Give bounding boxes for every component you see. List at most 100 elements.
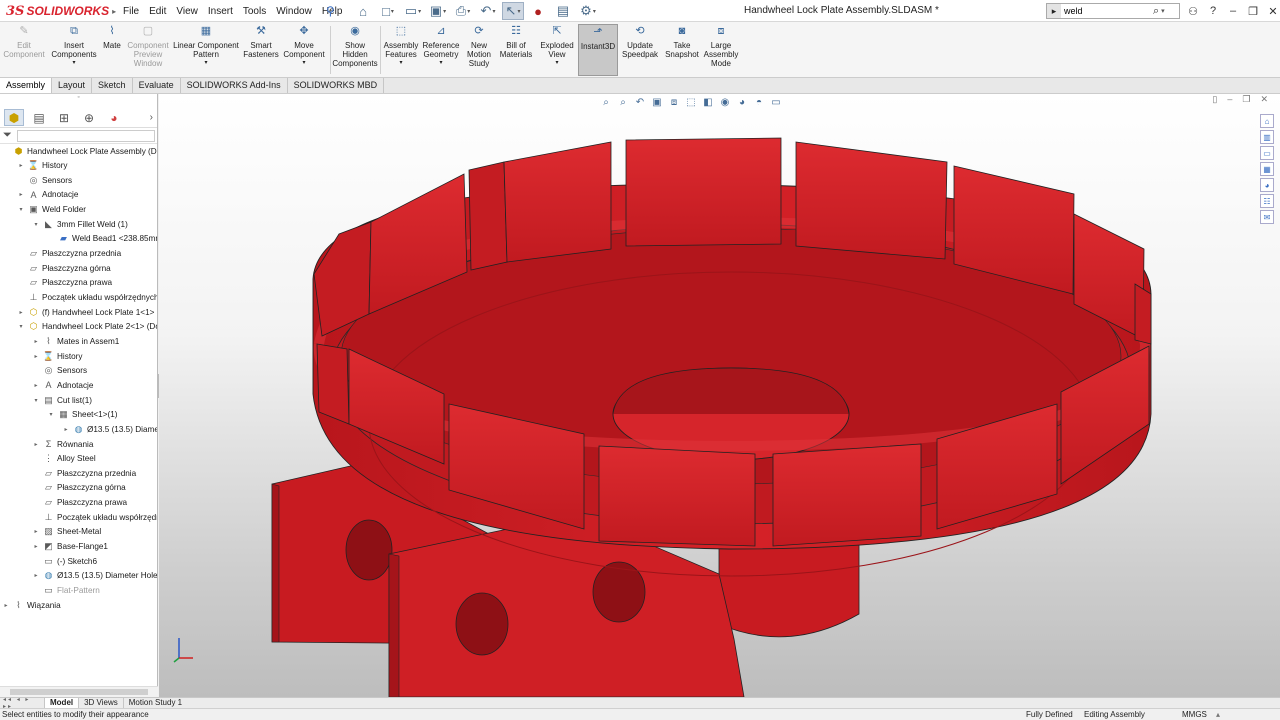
tree-item[interactable]: ◎ Sensors: [32, 364, 87, 378]
tree-item[interactable]: ▾ ▤ Cut list(1): [32, 393, 92, 407]
expand-arrow-icon[interactable]: ▸: [32, 543, 40, 550]
tree-item[interactable]: ▸ ⌛ History: [17, 159, 67, 173]
expand-arrow-icon[interactable]: ▾: [32, 221, 40, 228]
tree-item[interactable]: ▸ ◍ Ø13.5 (13.5) Diameter Hole1: [32, 569, 157, 583]
expand-arrow-icon[interactable]: ▾: [17, 323, 25, 330]
expand-arrow-icon[interactable]: ▸: [62, 426, 70, 433]
tab-addins[interactable]: SOLIDWORKS Add-Ins: [181, 78, 288, 93]
tree-item[interactable]: ▭ Flat-Pattern: [32, 584, 100, 598]
tree-item[interactable]: ▾ ⬡ Handwheel Lock Plate 2<1> (Domyślna<: [17, 320, 157, 334]
tab-sketch[interactable]: Sketch: [92, 78, 133, 93]
chevron-right-icon[interactable]: ›: [150, 112, 153, 123]
tree-item[interactable]: ▱ Płaszczyzna prawa: [17, 276, 112, 290]
open-icon[interactable]: ▭ ▾: [402, 2, 424, 20]
tree-item[interactable]: ▱ Płaszczyzna górna: [17, 261, 111, 275]
tree-item[interactable]: ⊥ Początek układu współrzędnych: [17, 291, 157, 305]
panel-grip[interactable]: ◦: [0, 94, 157, 108]
unit-system[interactable]: MMGS: [1182, 710, 1207, 719]
expand-arrow-icon[interactable]: ▸: [32, 528, 40, 535]
help-icon[interactable]: ?: [1206, 5, 1220, 17]
expand-arrow-icon[interactable]: ▾: [32, 397, 40, 404]
file-explorer-icon[interactable]: ▭: [1260, 146, 1274, 160]
tree-item[interactable]: ▸ ⌇ Mates in Assem1: [32, 334, 119, 348]
feature-manager-icon[interactable]: ⬢: [4, 109, 24, 126]
search-icon[interactable]: ⌕: [1153, 5, 1159, 18]
component-preview-window-button[interactable]: ▢ Component Preview Window: [126, 24, 170, 68]
restore-button[interactable]: ❐: [1246, 5, 1260, 18]
previous-view-icon[interactable]: ↶: [633, 97, 647, 108]
pin-menu-icon[interactable]: ⚲: [326, 4, 335, 18]
zoom-to-fit-icon[interactable]: ⌕: [599, 97, 613, 108]
expand-arrow-icon[interactable]: ▾: [47, 411, 55, 418]
close-button[interactable]: ✕: [1266, 5, 1280, 18]
tree-item[interactable]: ▱ Płaszczyzna przednia: [32, 466, 136, 480]
filter-input[interactable]: [17, 129, 155, 142]
search-dropdown-icon[interactable]: ▾: [1161, 7, 1165, 15]
display-style-icon[interactable]: ◧: [701, 97, 715, 108]
tab-model[interactable]: Model: [44, 698, 79, 708]
menu-window[interactable]: Window: [271, 6, 317, 17]
menu-tools[interactable]: Tools: [238, 6, 271, 17]
expand-arrow-icon[interactable]: ▸: [32, 441, 40, 448]
expand-arrow-icon[interactable]: ▸: [32, 353, 40, 360]
reference-geometry-button[interactable]: ⊿ Reference Geometry ▾: [420, 24, 462, 68]
tree-item[interactable]: ⊥ Początek układu współrzędnych: [32, 510, 157, 524]
linear-component-pattern-button[interactable]: ▦ Linear Component Pattern ▾: [172, 24, 240, 68]
dynamic-annotation-icon[interactable]: ⧈: [667, 97, 681, 108]
edit-component-button[interactable]: ✎ Edit Component: [3, 24, 44, 59]
tree-item[interactable]: ▱ Płaszczyzna górna: [32, 481, 126, 495]
large-assembly-mode-button[interactable]: ⧈ Large Assembly Mode: [702, 24, 740, 68]
solidworks-logo[interactable]: 3S SOLIDWORKS ▸: [6, 2, 116, 20]
design-library-icon[interactable]: ▥: [1260, 130, 1274, 144]
tree-item[interactable]: ▸ ◩ Base-Flange1: [32, 540, 108, 554]
expand-arrow-icon[interactable]: ▸: [17, 162, 25, 169]
search-input[interactable]: [1061, 4, 1151, 18]
home-icon[interactable]: ⌂: [352, 2, 374, 20]
hide-show-items-icon[interactable]: ◉: [718, 97, 732, 108]
tree-item[interactable]: ▾ ▣ Weld Folder: [17, 203, 86, 217]
display-manager-icon[interactable]: ◕: [104, 109, 124, 126]
filter-icon[interactable]: ⏷: [3, 129, 17, 142]
viewport-close-icon[interactable]: ✕: [1260, 94, 1268, 108]
graphics-area[interactable]: ⌕ ⌕ ↶ ▣ ⧈ ⬚ ◧ ◉ ◕ ◓ ▭ ▯ – ❐ ✕ ⌂ ▥ ▭ ▦ ◕ …: [159, 94, 1280, 697]
tab-assembly[interactable]: Assembly: [0, 78, 53, 93]
bill-of-materials-button[interactable]: ☷ Bill of Materials: [498, 24, 534, 59]
tab-evaluate[interactable]: Evaluate: [133, 78, 181, 93]
menu-file[interactable]: File: [118, 6, 144, 17]
section-view-icon[interactable]: ▣: [650, 97, 664, 108]
instant3d-button[interactable]: ⬏ Instant3D: [578, 24, 618, 76]
view-palette-icon[interactable]: ▦: [1260, 162, 1274, 176]
smart-fasteners-button[interactable]: ⚒ Smart Fasteners: [242, 24, 280, 59]
property-manager-icon[interactable]: ▤: [29, 109, 49, 126]
hub-cylinder[interactable]: [718, 533, 860, 638]
solidworks-resources-icon[interactable]: ⌂: [1260, 114, 1274, 128]
show-hidden-components-button[interactable]: ◉ Show Hidden Components: [332, 24, 378, 68]
assembly-features-button[interactable]: ⬚ Assembly Features ▾: [382, 24, 420, 68]
user-icon[interactable]: ⚇: [1186, 5, 1200, 18]
tree-item[interactable]: ▰ Weld Bead1 <238.85mm>: [47, 232, 157, 246]
expand-arrow-icon[interactable]: ▾: [17, 206, 25, 213]
tree-item[interactable]: ⋮ Alloy Steel: [32, 452, 96, 466]
undo-icon[interactable]: ↶ ▾: [477, 2, 499, 20]
options-icon[interactable]: ⚙ ▾: [577, 2, 599, 20]
traffic-light-icon[interactable]: ●: [527, 2, 549, 20]
appearances-icon[interactable]: ◕: [1260, 178, 1274, 192]
tree-item[interactable]: ▾ ▦ Sheet<1>(1): [47, 408, 117, 422]
file-properties-icon[interactable]: ▤: [552, 2, 574, 20]
expand-arrow-icon[interactable]: ▸: [17, 309, 25, 316]
custom-properties-icon[interactable]: ☷: [1260, 194, 1274, 208]
view-orientation-icon[interactable]: ⬚: [684, 97, 698, 108]
insert-components-button[interactable]: ⧉ Insert Components ▾: [50, 24, 98, 68]
take-snapshot-button[interactable]: ◙ Take Snapshot: [662, 24, 702, 59]
tab-mbd[interactable]: SOLIDWORKS MBD: [288, 78, 385, 93]
menu-view[interactable]: View: [171, 6, 203, 17]
expand-arrow-icon[interactable]: ▸: [32, 572, 40, 579]
minimize-button[interactable]: –: [1226, 5, 1240, 17]
viewport-restore-icon[interactable]: ▯: [1212, 94, 1217, 108]
view-settings-icon[interactable]: ▭: [769, 97, 783, 108]
tree-item[interactable]: ▸ A Adnotacje: [17, 188, 78, 202]
tree-item[interactable]: ▸ A Adnotacje: [32, 378, 93, 392]
tree-item[interactable]: ⬢ Handwheel Lock Plate Assembly (Domyślna…: [2, 144, 157, 158]
zoom-area-icon[interactable]: ⌕: [616, 97, 630, 108]
3d-model-render[interactable]: [159, 94, 1280, 697]
